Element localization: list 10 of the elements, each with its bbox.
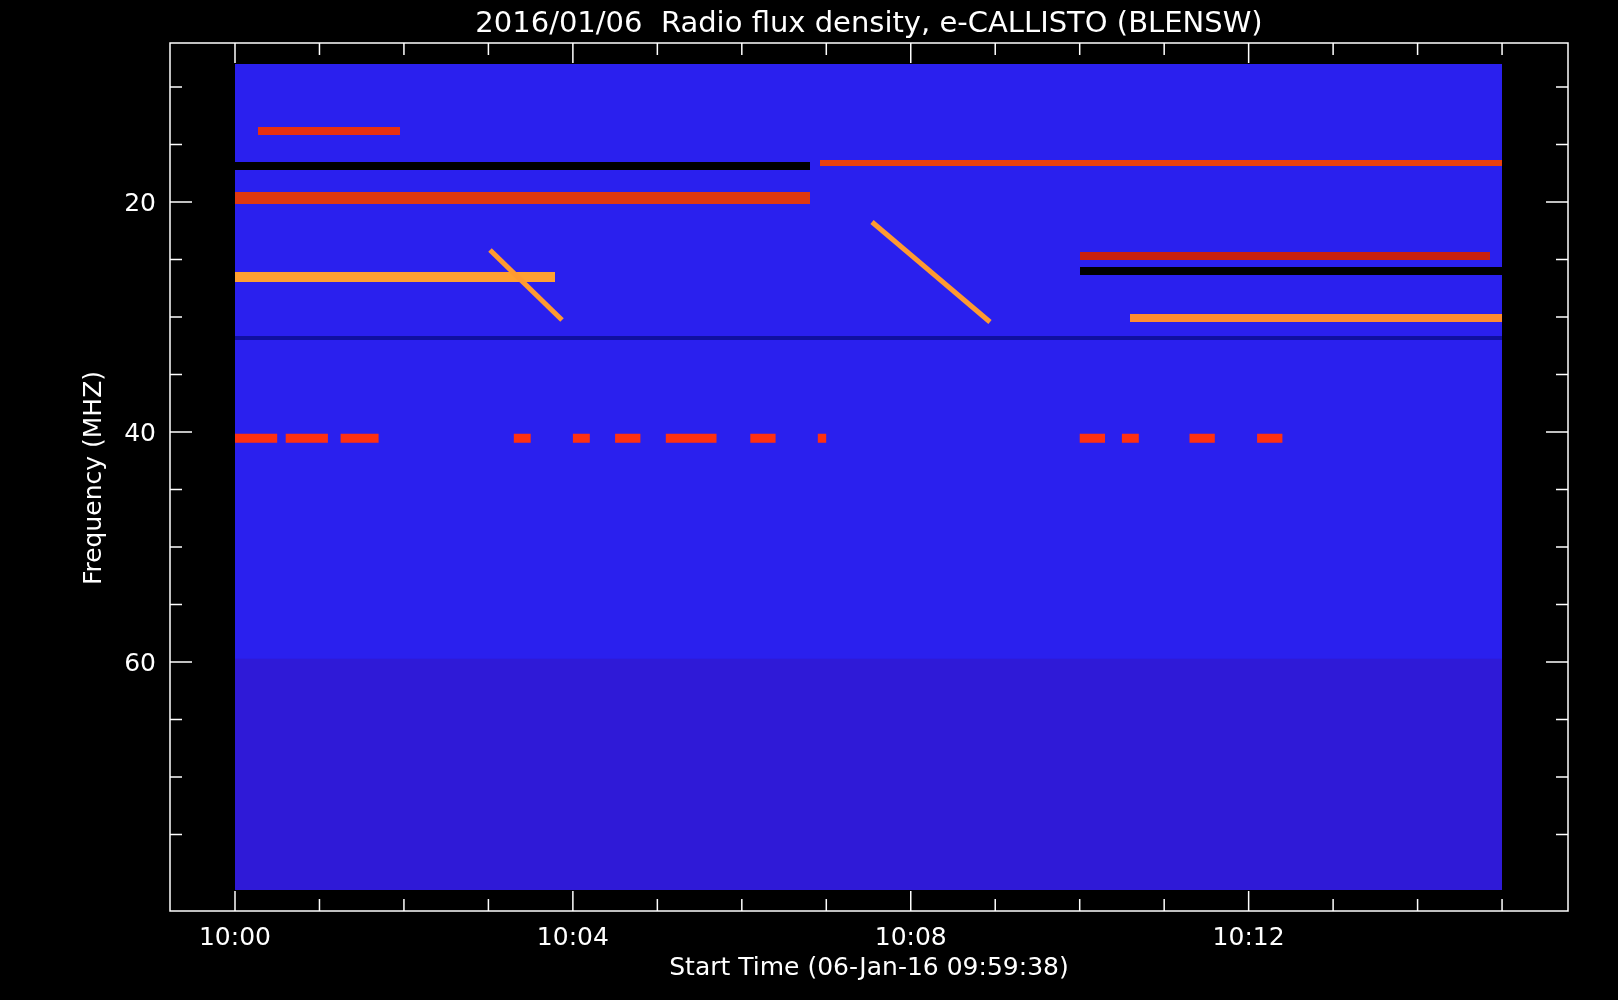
axis-tick-label: 60 — [124, 648, 156, 677]
axis-tick-label: 20 — [124, 188, 156, 217]
axis-tick-label: 10:04 — [536, 922, 609, 951]
chart-title: 2016/01/06 Radio flux density, e-CALLISTO (BLENSW) — [475, 5, 1263, 39]
axis-title: Frequency (MHZ) — [78, 370, 107, 586]
axis-tick-label: 10:12 — [1212, 922, 1285, 951]
axis-tick-label: 10:08 — [874, 922, 947, 951]
axis-tick-label: 10:00 — [199, 922, 271, 951]
axis-title: Start Time (06-Jan-16 09:59:38) — [669, 952, 1069, 981]
axis-tick-label: 40 — [124, 418, 156, 447]
